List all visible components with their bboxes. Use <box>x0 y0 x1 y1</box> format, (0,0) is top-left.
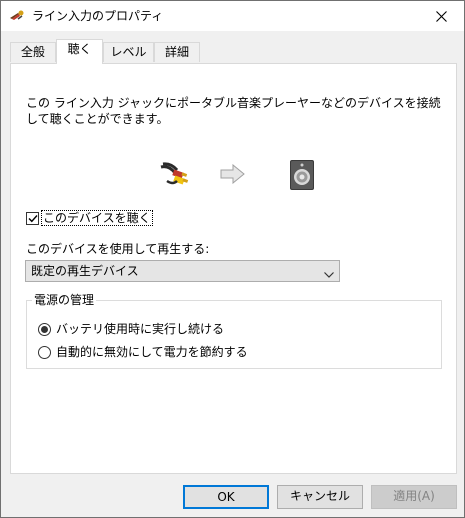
rca-cable-icon <box>159 161 191 192</box>
speaker-icon <box>9 9 25 23</box>
power-management-group: 電源の管理 バッテリ使用時に実行し続ける 自動的に無効にして電力を節約する <box>26 293 442 369</box>
title-bar[interactable]: ライン入力のプロパティ <box>1 1 464 31</box>
listen-checkbox[interactable] <box>26 211 39 225</box>
cancel-button[interactable]: キャンセル <box>277 485 363 509</box>
playback-device-label: このデバイスを使用して再生する: <box>26 242 210 256</box>
radio-selected-dot <box>41 325 48 333</box>
ok-button[interactable]: OK <box>183 485 269 509</box>
radio-disable-save-power[interactable]: 自動的に無効にして電力を節約する <box>38 344 248 360</box>
close-button[interactable] <box>418 1 464 31</box>
checkmark-icon <box>28 214 38 222</box>
radio-keep-running[interactable]: バッテリ使用時に実行し続ける <box>38 321 224 337</box>
connection-illustration <box>11 159 456 191</box>
window-title: ライン入力のプロパティ <box>32 9 164 23</box>
tab-advanced[interactable]: 詳細 <box>154 42 200 62</box>
radio-label[interactable]: 自動的に無効にして電力を節約する <box>56 345 248 359</box>
listen-description: この ライン入力 ジャックにポータブル音楽プレーヤーなどのデバイスを接続して聴く… <box>26 96 441 126</box>
arrow-right-icon <box>220 163 246 187</box>
speaker-device-icon <box>289 159 315 194</box>
radio-button[interactable] <box>38 345 51 359</box>
apply-button[interactable]: 適用(A) <box>371 485 457 509</box>
close-icon <box>435 10 447 22</box>
radio-label[interactable]: バッテリ使用時に実行し続ける <box>56 322 224 336</box>
properties-dialog: ライン入力のプロパティ 全般 聴く レベル 詳細 この ライン入力 ジャックにポ… <box>0 0 465 518</box>
tab-panel-listen: この ライン入力 ジャックにポータブル音楽プレーヤーなどのデバイスを接続して聴く… <box>10 63 457 474</box>
chevron-down-icon <box>324 267 334 281</box>
playback-device-select[interactable]: 既定の再生デバイス <box>25 260 340 282</box>
playback-device-value: 既定の再生デバイス <box>31 264 139 278</box>
listen-checkbox-row[interactable]: このデバイスを聴く <box>26 210 153 226</box>
listen-checkbox-label[interactable]: このデバイスを聴く <box>41 210 153 226</box>
tab-levels[interactable]: レベル <box>103 42 154 62</box>
power-management-title: 電源の管理 <box>32 293 97 307</box>
tab-general[interactable]: 全般 <box>10 42 56 62</box>
radio-button[interactable] <box>38 322 51 336</box>
tab-listen[interactable]: 聴く <box>56 39 103 64</box>
